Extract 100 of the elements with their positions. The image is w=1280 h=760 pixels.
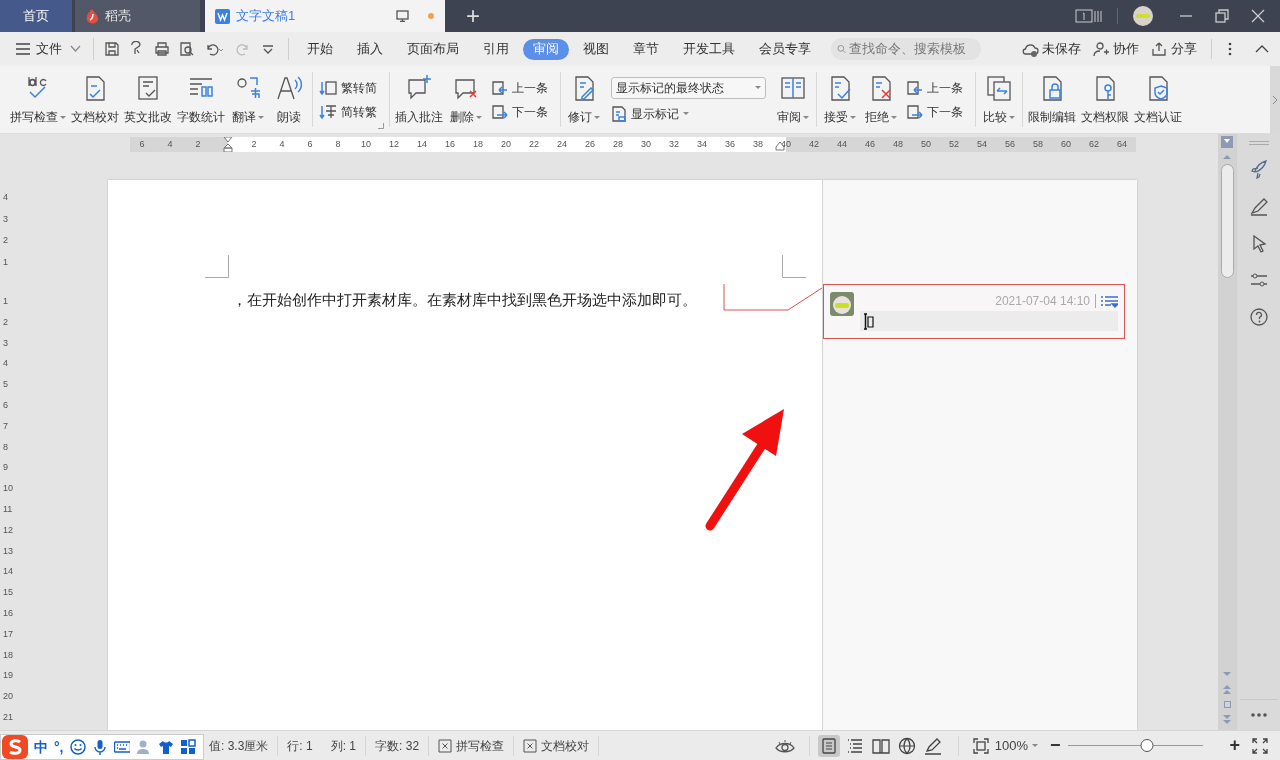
new-tab-button[interactable]: +: [445, 0, 501, 32]
ribbon-button[interactable]: 下一条: [490, 102, 548, 121]
reading-view-icon: [871, 736, 890, 755]
ribbon-button[interactable]: 比较: [979, 66, 1019, 133]
microphone-icon[interactable]: [91, 739, 108, 755]
ruler-toggle-icon[interactable]: [1221, 136, 1233, 148]
restore-icon[interactable]: [1214, 8, 1230, 24]
close-box-icon: [438, 738, 453, 753]
ribbon-button[interactable]: 文档权限: [1079, 66, 1131, 133]
grid-icon[interactable]: [179, 739, 196, 755]
zoom-in-button[interactable]: +: [1229, 732, 1240, 759]
ribbon-button[interactable]: 上一条: [905, 78, 963, 97]
toolbar-button[interactable]: 协作: [1093, 39, 1139, 59]
comment-time: 2021-07-04 14:10: [995, 293, 1090, 310]
ribbon-button[interactable]: 接受: [820, 66, 860, 133]
ribbon-button[interactable]: 删除: [446, 66, 486, 133]
menu-tab[interactable]: 章节: [623, 38, 669, 60]
avatar-icon[interactable]: [1132, 5, 1154, 27]
ruler-number: 54: [977, 138, 987, 151]
toolbar-button[interactable]: 分享: [1151, 39, 1197, 59]
undo-icon[interactable]: [204, 41, 226, 57]
ruler-number: 11: [3, 504, 13, 514]
tab[interactable]: 文字文稿1: [205, 0, 445, 32]
ruler-number: 14: [417, 138, 427, 151]
scroll-thumb[interactable]: [1220, 164, 1234, 278]
close-icon[interactable]: [1250, 8, 1266, 24]
print-icon[interactable]: [154, 41, 170, 57]
ribbon-button[interactable]: 简转繁: [319, 102, 377, 121]
indent-marker-icon[interactable]: [223, 137, 233, 152]
zoom-out-button[interactable]: −: [1049, 732, 1061, 759]
ribbon-button[interactable]: 朗读: [269, 66, 309, 133]
ribbon-button[interactable]: 审阅: [773, 66, 813, 133]
ribbon-button[interactable]: 文档认证: [1132, 66, 1184, 133]
menu-tab[interactable]: 插入: [347, 38, 393, 60]
more-icon[interactable]: [1249, 712, 1268, 718]
ribbon-button[interactable]: 限制编辑: [1026, 66, 1078, 133]
tab[interactable]: 稻壳: [75, 0, 200, 32]
list-menu-icon[interactable]: [1101, 294, 1118, 308]
save-icon[interactable]: [104, 41, 120, 57]
outline-view-icon: [845, 736, 864, 755]
ruler-number: 50: [921, 138, 931, 151]
pen-icon[interactable]: [1248, 196, 1269, 216]
caret-icon: [683, 112, 689, 115]
shirt-icon[interactable]: [157, 739, 174, 755]
rocket-icon[interactable]: [1248, 159, 1269, 179]
ribbon-button[interactable]: 文档校对: [69, 66, 121, 133]
ribbon-button[interactable]: 修订: [564, 66, 604, 133]
page-count-icon[interactable]: [1075, 8, 1103, 24]
traditional-chinese-icon: [319, 102, 337, 121]
ruler-number: 62: [1089, 138, 1099, 151]
input-method-logo-icon[interactable]: [2, 735, 28, 759]
search-field[interactable]: 查找命令、搜索模板: [831, 38, 981, 60]
display-mode-dropdown[interactable]: 显示标记的最终状态: [611, 76, 766, 99]
ribbon-button[interactable]: 上一条: [490, 78, 548, 97]
ruler-number: 7: [3, 420, 8, 431]
ribbon-button[interactable]: 字数统计: [175, 66, 227, 133]
ime-button[interactable]: 中: [34, 736, 48, 758]
eye-icon[interactable]: [774, 738, 795, 753]
document-icon: [215, 8, 230, 24]
print-preview-icon[interactable]: [179, 41, 195, 57]
menu-tab[interactable]: 会员专享: [749, 38, 821, 60]
page-view-icon: [819, 736, 838, 755]
zoom-dropdown[interactable]: 100%: [994, 735, 1038, 756]
tab[interactable]: 首页: [0, 0, 72, 32]
ruler-number: 20: [3, 691, 13, 702]
zoom-slider-thumb[interactable]: [1140, 739, 1154, 752]
emoji-icon[interactable]: [69, 739, 86, 755]
menu-tab[interactable]: 视图: [573, 38, 619, 60]
ruler-number: 8: [335, 138, 341, 151]
status-button[interactable]: 拼写检查: [429, 736, 514, 755]
ribbon-button[interactable]: 插入批注: [393, 66, 445, 133]
ribbon-button[interactable]: 翻译: [228, 66, 268, 133]
next-icon: [905, 102, 923, 121]
view-button[interactable]: [817, 734, 840, 757]
ribbon-button[interactable]: 拒绝: [861, 66, 901, 133]
ruler-number: 52: [949, 138, 959, 151]
ribbon-button[interactable]: 繁转简: [319, 78, 377, 97]
fullscreen-icon[interactable]: [1252, 737, 1268, 754]
status-text: 值: 3.3厘米: [208, 737, 270, 755]
menu-tab[interactable]: 引用: [473, 38, 519, 60]
status-button[interactable]: 文档校对: [514, 736, 599, 755]
toolbar-button[interactable]: 未保存: [1022, 39, 1081, 59]
menu-tab[interactable]: 开发工具: [673, 38, 745, 60]
ribbon-button[interactable]: 拼写检查: [8, 66, 68, 133]
sliders-icon[interactable]: [1248, 270, 1269, 290]
document-text: ，在开始创作中打开素材库。在素材库中找到黑色开场选中添加即可。: [232, 290, 697, 310]
help-icon[interactable]: [1248, 307, 1269, 327]
menu-tab[interactable]: 页面布局: [397, 38, 469, 60]
fit-page-icon[interactable]: [972, 737, 989, 754]
ribbon-button[interactable]: 下一条: [905, 102, 963, 121]
file-menu[interactable]: 文件: [0, 39, 87, 59]
comment-field[interactable]: [860, 311, 1118, 331]
ime-button[interactable]: °,: [54, 736, 64, 758]
ribbon-button[interactable]: 显示标记: [611, 104, 766, 123]
margin-corner-icon: [205, 255, 229, 278]
ruler-number: 6: [3, 400, 8, 410]
menu-tab[interactable]: 开始: [297, 38, 343, 60]
keyboard-icon[interactable]: [113, 739, 130, 755]
ribbon-button[interactable]: 英文批改: [122, 66, 174, 133]
dialog-launcher-icon[interactable]: [378, 123, 384, 129]
